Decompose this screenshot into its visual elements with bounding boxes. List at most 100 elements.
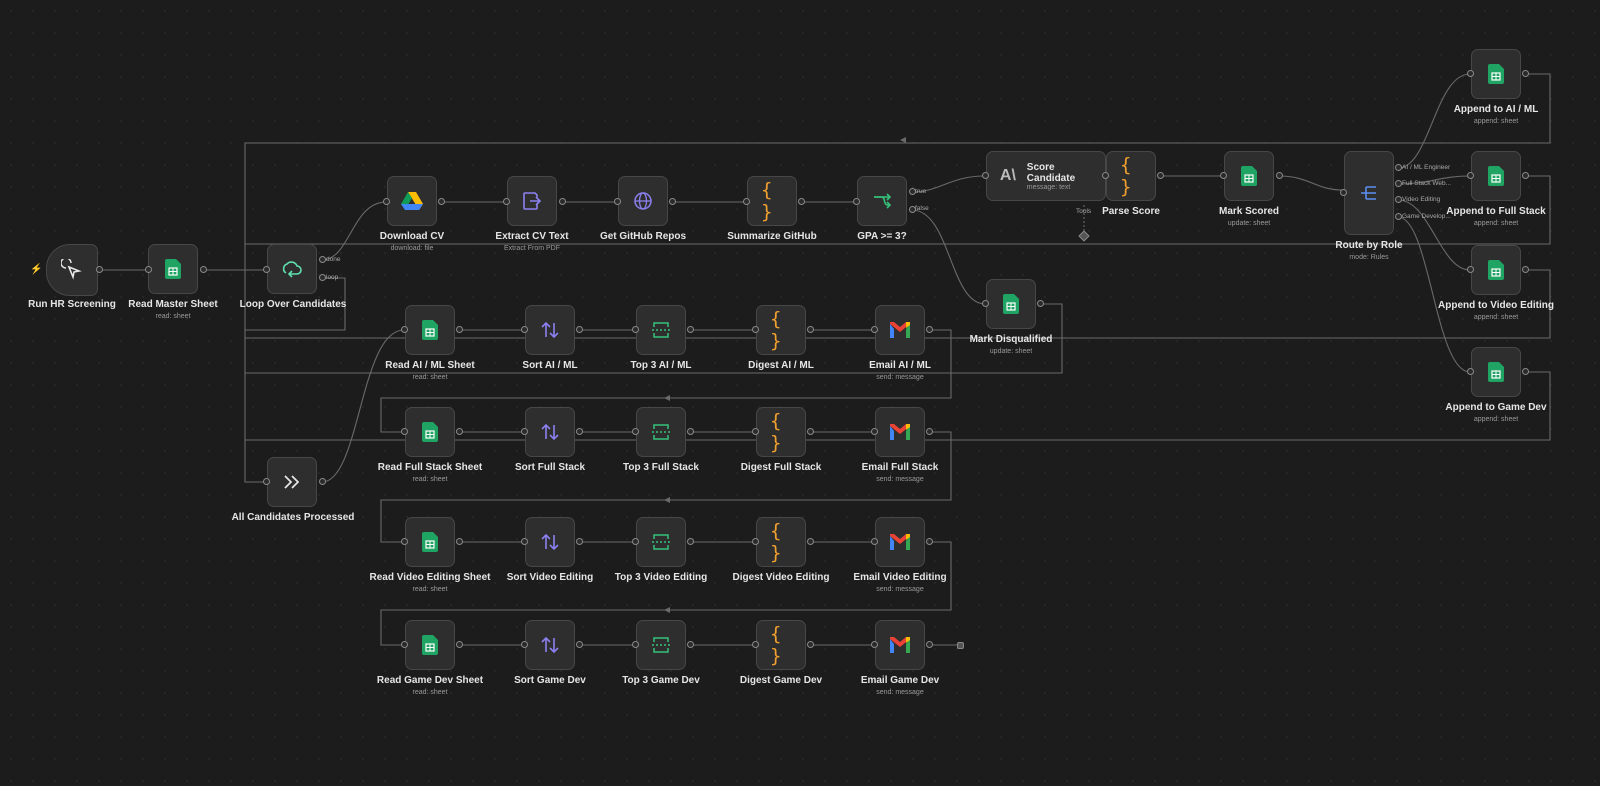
connection-handle[interactable] bbox=[456, 641, 463, 648]
connection-handle[interactable] bbox=[743, 198, 750, 205]
connection-handle[interactable] bbox=[521, 538, 528, 545]
connection-handle[interactable] bbox=[871, 538, 878, 545]
sort-ai-ml-node[interactable] bbox=[525, 305, 575, 355]
connection-handle[interactable] bbox=[1522, 172, 1529, 179]
connection-handle[interactable] bbox=[632, 326, 639, 333]
connection-handle[interactable] bbox=[1467, 266, 1474, 273]
connection-handle[interactable] bbox=[752, 428, 759, 435]
connection-handle[interactable] bbox=[319, 274, 326, 281]
append-video-editing-node[interactable] bbox=[1471, 245, 1521, 295]
connection-handle[interactable] bbox=[926, 641, 933, 648]
connection-handle[interactable] bbox=[438, 198, 445, 205]
email-game-dev-node[interactable] bbox=[875, 620, 925, 670]
connection-handle[interactable] bbox=[1395, 180, 1402, 187]
connection-handle[interactable] bbox=[503, 198, 510, 205]
connection-handle[interactable] bbox=[200, 266, 207, 273]
sort-game-dev-node[interactable] bbox=[525, 620, 575, 670]
digest-full-stack-node[interactable]: { } bbox=[756, 407, 806, 457]
connection-handle[interactable] bbox=[383, 198, 390, 205]
append-game-dev-node[interactable] bbox=[1471, 347, 1521, 397]
connection-handle[interactable] bbox=[1467, 172, 1474, 179]
connection-handle[interactable] bbox=[559, 198, 566, 205]
connection-handle[interactable] bbox=[521, 641, 528, 648]
digest-game-dev-node[interactable]: { } bbox=[756, 620, 806, 670]
connection-handle[interactable] bbox=[807, 641, 814, 648]
connection-handle[interactable] bbox=[1220, 172, 1227, 179]
connection-handle[interactable] bbox=[263, 266, 270, 273]
read-full-stack-sheet-node[interactable] bbox=[405, 407, 455, 457]
connection-handle[interactable] bbox=[752, 641, 759, 648]
connection-handle[interactable] bbox=[909, 188, 916, 195]
get-github-repos-node[interactable] bbox=[618, 176, 668, 226]
connection-handle[interactable] bbox=[614, 198, 621, 205]
read-game-dev-sheet-node[interactable] bbox=[405, 620, 455, 670]
connection-handle[interactable] bbox=[401, 641, 408, 648]
connection-handle[interactable] bbox=[632, 428, 639, 435]
connection-handle[interactable] bbox=[752, 326, 759, 333]
all-candidates-processed-node[interactable] bbox=[267, 457, 317, 507]
connection-handle[interactable] bbox=[456, 326, 463, 333]
connection-handle[interactable] bbox=[576, 326, 583, 333]
connection-handle[interactable] bbox=[401, 326, 408, 333]
connection-handle[interactable] bbox=[576, 641, 583, 648]
connection-handle[interactable] bbox=[1157, 172, 1164, 179]
email-full-stack-node[interactable] bbox=[875, 407, 925, 457]
top3-video-editing-node[interactable] bbox=[636, 517, 686, 567]
connection-handle[interactable] bbox=[1276, 172, 1283, 179]
connection-handle[interactable] bbox=[853, 198, 860, 205]
connection-handle[interactable] bbox=[1102, 172, 1109, 179]
connection-handle[interactable] bbox=[1522, 266, 1529, 273]
mark-disqualified-node[interactable] bbox=[986, 279, 1036, 329]
mark-scored-node[interactable] bbox=[1224, 151, 1274, 201]
connection-handle[interactable] bbox=[807, 326, 814, 333]
connection-handle[interactable] bbox=[687, 641, 694, 648]
connection-handle[interactable] bbox=[871, 326, 878, 333]
connection-handle[interactable] bbox=[456, 538, 463, 545]
read-ai-ml-sheet-node[interactable] bbox=[405, 305, 455, 355]
connection-handle[interactable] bbox=[687, 326, 694, 333]
top3-ai-ml-node[interactable] bbox=[636, 305, 686, 355]
digest-video-editing-node[interactable]: { } bbox=[756, 517, 806, 567]
connection-handle[interactable] bbox=[401, 538, 408, 545]
gpa-check-node[interactable] bbox=[857, 176, 907, 226]
connection-handle[interactable] bbox=[1467, 368, 1474, 375]
connection-handle[interactable] bbox=[798, 198, 805, 205]
append-ai-ml-node[interactable] bbox=[1471, 49, 1521, 99]
connection-handle[interactable] bbox=[807, 428, 814, 435]
parse-score-node[interactable]: { } bbox=[1106, 151, 1156, 201]
connection-handle[interactable] bbox=[521, 428, 528, 435]
connection-handle[interactable] bbox=[669, 198, 676, 205]
digest-ai-ml-node[interactable]: { } bbox=[756, 305, 806, 355]
connection-handle[interactable] bbox=[632, 641, 639, 648]
connection-handle[interactable] bbox=[576, 538, 583, 545]
connection-handle[interactable] bbox=[1467, 70, 1474, 77]
connection-handle[interactable] bbox=[982, 172, 989, 179]
connection-handle[interactable] bbox=[576, 428, 583, 435]
connection-handle[interactable] bbox=[1395, 196, 1402, 203]
read-video-editing-sheet-node[interactable] bbox=[405, 517, 455, 567]
workflow-canvas[interactable]: ⚡ Run HR Screening Read Master Sheet read… bbox=[0, 0, 1600, 786]
score-candidate-node[interactable]: A\ Score Candidate message: text bbox=[986, 151, 1106, 201]
connection-handle[interactable] bbox=[1522, 70, 1529, 77]
email-video-editing-node[interactable] bbox=[875, 517, 925, 567]
connection-handle[interactable] bbox=[752, 538, 759, 545]
connection-handle[interactable] bbox=[926, 428, 933, 435]
read-master-sheet-node[interactable] bbox=[148, 244, 198, 294]
top3-full-stack-node[interactable] bbox=[636, 407, 686, 457]
sort-full-stack-node[interactable] bbox=[525, 407, 575, 457]
connection-handle[interactable] bbox=[871, 428, 878, 435]
connection-handle[interactable] bbox=[1522, 368, 1529, 375]
extract-cv-text-node[interactable] bbox=[507, 176, 557, 226]
connection-handle[interactable] bbox=[687, 538, 694, 545]
email-ai-ml-node[interactable] bbox=[875, 305, 925, 355]
connection-handle[interactable] bbox=[145, 266, 152, 273]
append-full-stack-node[interactable] bbox=[1471, 151, 1521, 201]
connection-handle[interactable] bbox=[1395, 164, 1402, 171]
top3-game-dev-node[interactable] bbox=[636, 620, 686, 670]
connection-handle[interactable] bbox=[263, 478, 270, 485]
summarize-github-node[interactable]: { } bbox=[747, 176, 797, 226]
download-cv-node[interactable] bbox=[387, 176, 437, 226]
sort-video-editing-node[interactable] bbox=[525, 517, 575, 567]
connection-handle[interactable] bbox=[401, 428, 408, 435]
connection-handle[interactable] bbox=[909, 206, 916, 213]
